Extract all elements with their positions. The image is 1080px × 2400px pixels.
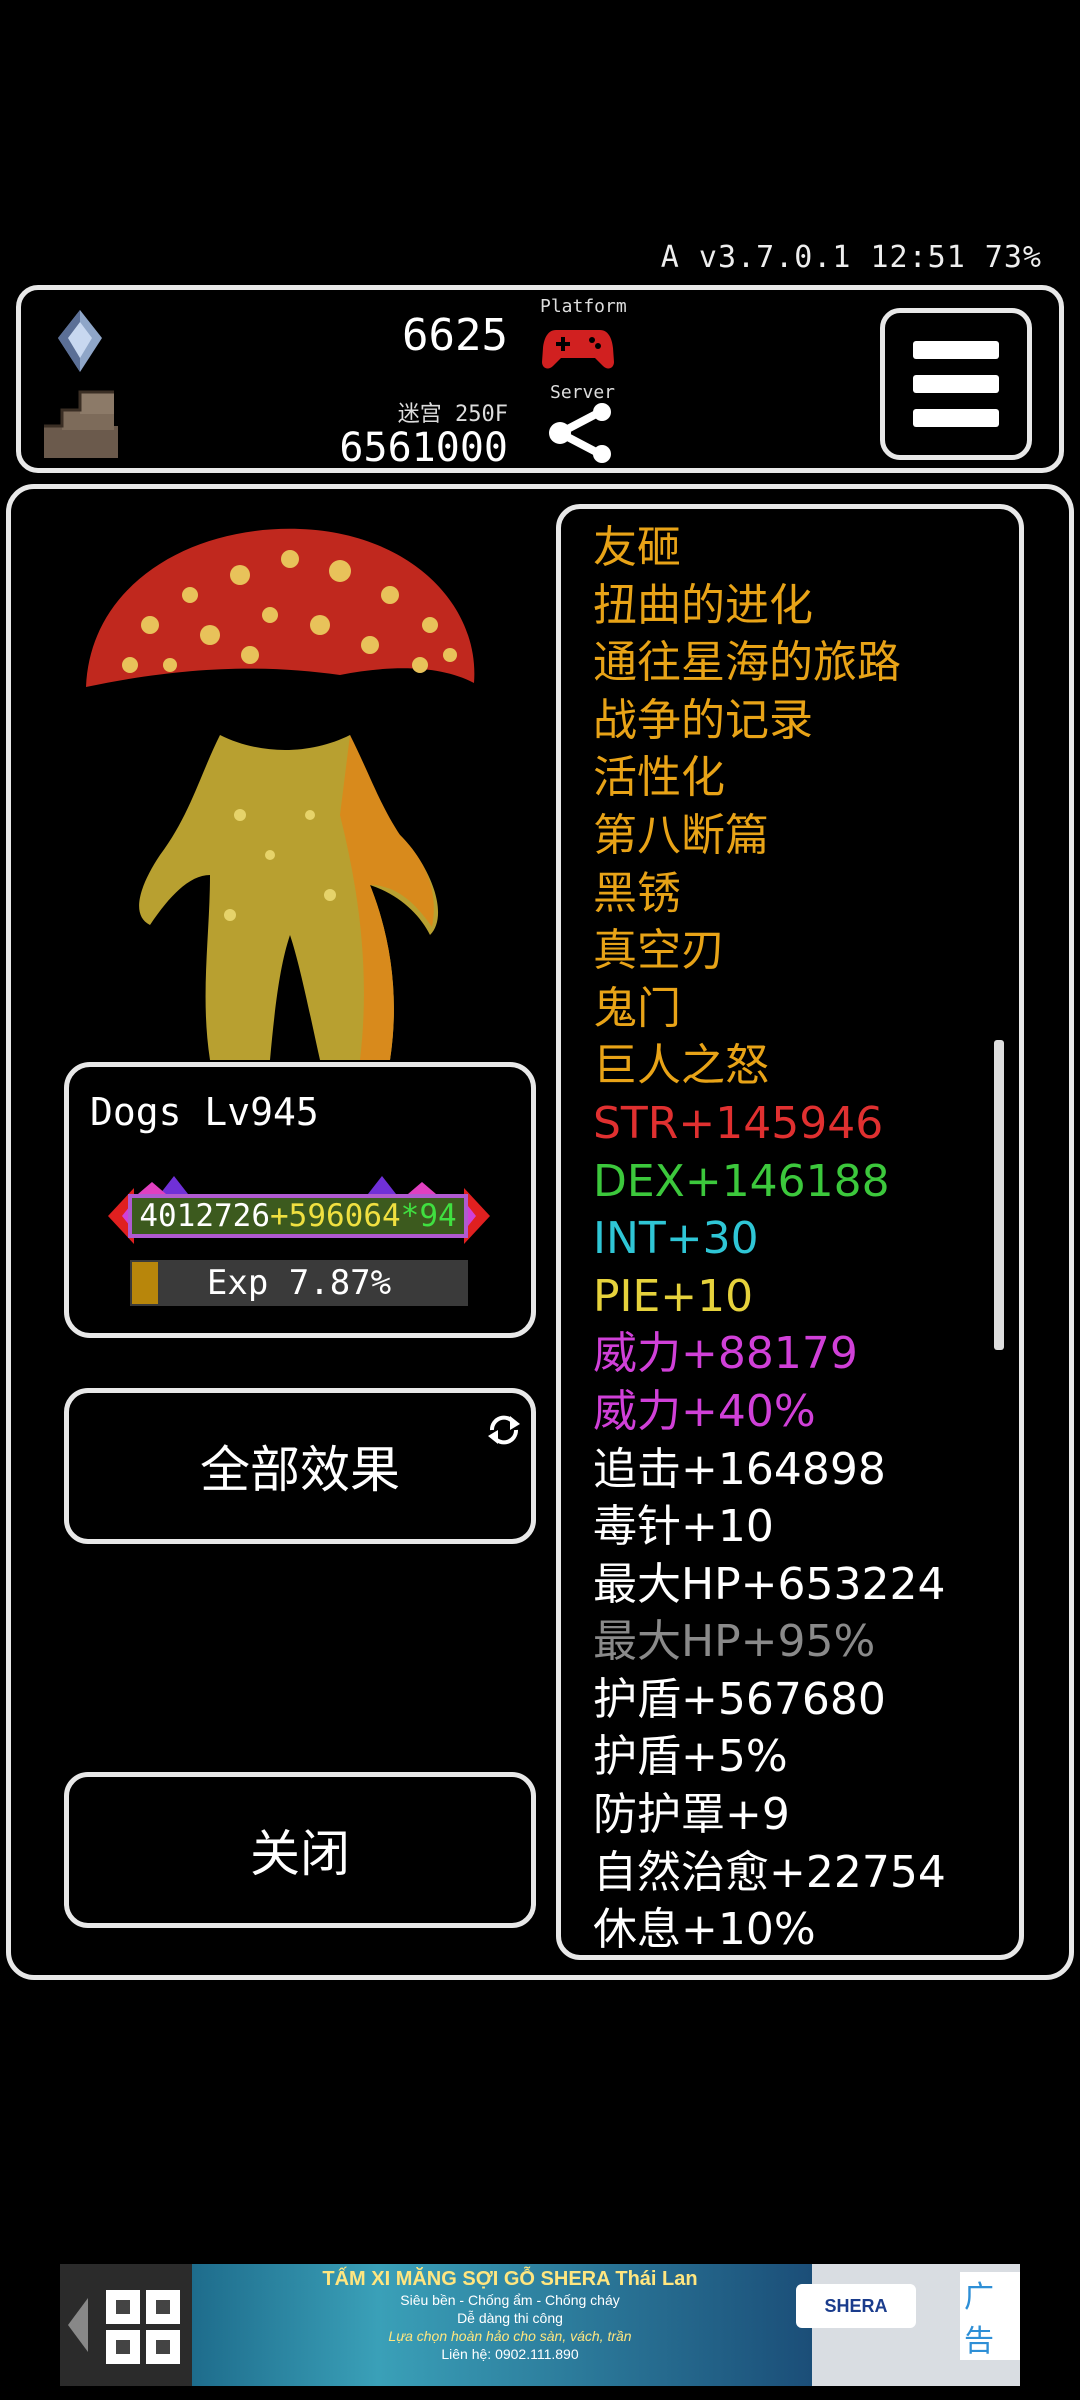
all-effects-label: 全部效果	[200, 1441, 400, 1499]
effects-list: 友砸扭曲的进化通往星海的旅路 战争的记录活性化 第八断篇黑锈真空刃 鬼门巨人之怒 STR…	[593, 519, 1013, 1956]
tiles-icon	[106, 2290, 180, 2364]
effect-item: DEX+146188	[593, 1155, 890, 1207]
share-icon[interactable]	[546, 402, 616, 464]
effect-item: PIE+10	[593, 1270, 754, 1322]
ad-line: Dễ dàng thi công	[457, 2310, 563, 2326]
ad-title: TẤM XI MĂNG SỢI GỖ SHERA Thái Lan	[322, 2268, 698, 2290]
menu-icon	[913, 341, 999, 359]
hp-value-text: 4012726+596064*94	[139, 1198, 457, 1234]
gamepad-icon[interactable]	[542, 324, 614, 372]
ad-line: Lựa chọn hoàn hảo cho sàn, vách, trần	[388, 2328, 632, 2344]
platform-label: Platform	[540, 296, 627, 317]
effects-panel[interactable]: 友砸扭曲的进化通往星海的旅路 战争的记录活性化 第八断篇黑锈真空刃 鬼门巨人之怒 STR…	[556, 504, 1024, 1960]
effect-item: 威力+88179	[593, 1328, 858, 1380]
effect-item: 活性化	[593, 752, 725, 804]
effect-item: 巨人之怒	[593, 1040, 769, 1092]
server-label: Server	[550, 382, 616, 403]
effect-item: 护盾+5%	[593, 1731, 788, 1783]
ad-nav	[60, 2264, 192, 2386]
exp-text: Exp 7.87%	[206, 1263, 392, 1303]
gem-count: 6625	[402, 310, 508, 361]
effect-item: 防护罩+9	[593, 1789, 790, 1841]
all-effects-button[interactable]: 全部效果	[64, 1388, 536, 1544]
monster-name-level: Dogs Lv945	[90, 1090, 319, 1134]
ad-line: Siêu bền - Chống ẩm - Chống cháy	[400, 2292, 620, 2308]
effect-item: 第八断篇	[593, 809, 769, 861]
gem-icon	[58, 310, 102, 372]
refresh-icon[interactable]	[484, 1410, 524, 1450]
mushroom-monster-image	[86, 528, 475, 1060]
exp-bar: Exp 7.87%	[130, 1260, 468, 1306]
ad-brand-logo: SHERA	[796, 2284, 916, 2328]
effect-item: 通往星海的旅路	[593, 637, 901, 689]
hp-value: 4012726+596064*94	[128, 1194, 468, 1238]
effect-item: 追击+164898	[593, 1443, 886, 1495]
ad-text: TẤM XI MĂNG SỢI GỖ SHERA Thái Lan Siêu b…	[260, 2268, 760, 2363]
menu-button[interactable]	[880, 308, 1032, 460]
close-label: 关闭	[250, 1825, 350, 1883]
effect-item: 鬼门	[593, 982, 681, 1034]
effect-item: 最大HP+95%	[593, 1616, 876, 1668]
effect-item: STR+145946	[593, 1097, 884, 1149]
effects-scrollbar[interactable]	[994, 1040, 1004, 1350]
effect-item: 威力+40%	[593, 1385, 816, 1437]
ad-line: Liên hệ: 0902.111.890	[441, 2346, 579, 2362]
back-arrow-icon[interactable]	[64, 2294, 92, 2356]
ad-banner[interactable]: TẤM XI MĂNG SỢI GỖ SHERA Thái Lan Siêu b…	[60, 2264, 1020, 2386]
effect-item: INT+30	[593, 1213, 759, 1265]
effect-item: 自然治愈+22754	[593, 1846, 946, 1898]
effect-item: 友砸	[593, 522, 681, 573]
dungeon-stairs-icon	[44, 390, 118, 458]
floor-gold: 6561000	[339, 425, 508, 471]
effect-item: 毒针+10	[593, 1501, 774, 1553]
status-text: A v3.7.0.1 12:51 73%	[660, 240, 1042, 275]
effect-item: 黑锈	[593, 867, 681, 919]
effect-item: 真空刃	[593, 925, 725, 977]
floor-label: 迷宫 250F	[397, 402, 508, 427]
effect-item: 扭曲的进化	[593, 579, 813, 631]
ad-label: 广告	[960, 2272, 1020, 2360]
hp-bar: 4012726+596064*94	[108, 1166, 490, 1274]
effect-item: 休息+10%	[593, 1904, 816, 1956]
effect-item: 最大HP+653224	[593, 1558, 946, 1610]
effect-item: 战争的记录	[593, 694, 813, 746]
effect-item: 护盾+567680	[593, 1673, 886, 1725]
close-button[interactable]: 关闭	[64, 1772, 536, 1928]
